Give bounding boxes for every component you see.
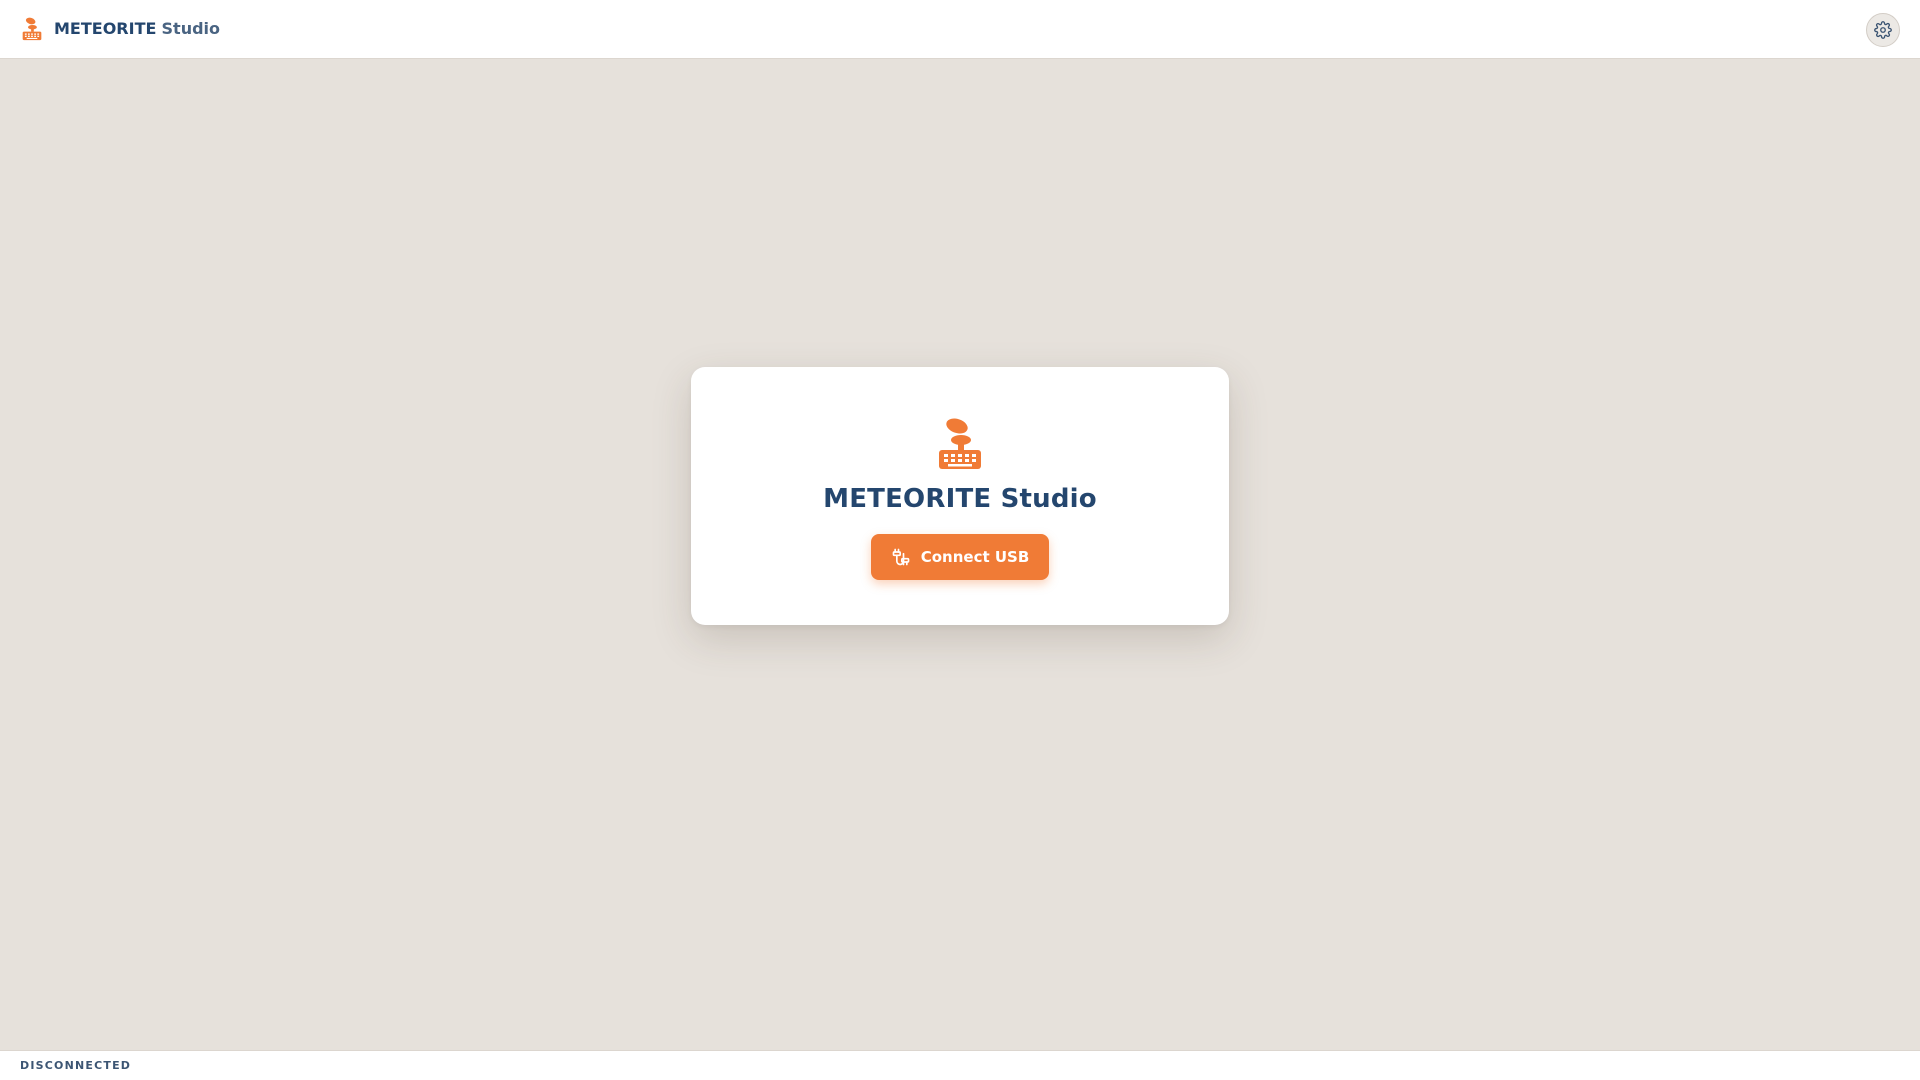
meteorite-keyboard-icon	[22, 17, 42, 41]
gear-icon	[1874, 21, 1892, 39]
brand: METEORITE Studio	[21, 17, 220, 41]
settings-button[interactable]	[1866, 13, 1900, 47]
brand-name: METEORITE	[54, 19, 157, 38]
connection-status: DISCONNECTED	[20, 1059, 132, 1072]
top-bar: METEORITE Studio	[0, 0, 1920, 59]
meteorite-keyboard-icon	[939, 418, 981, 469]
connect-usb-label: Connect USB	[920, 548, 1030, 566]
usb-cable-icon	[892, 548, 910, 566]
brand-suffix: Studio	[161, 19, 221, 38]
app-window: METEORITE Studio METEORITE Studio Connec…	[0, 0, 1920, 1080]
connect-card: METEORITE Studio Connect USB	[691, 367, 1229, 625]
status-bar: DISCONNECTED	[0, 1050, 1920, 1080]
connect-usb-button[interactable]: Connect USB	[871, 534, 1049, 580]
brand-title: METEORITE Studio	[54, 18, 220, 40]
card-title: METEORITE Studio	[823, 484, 1097, 514]
